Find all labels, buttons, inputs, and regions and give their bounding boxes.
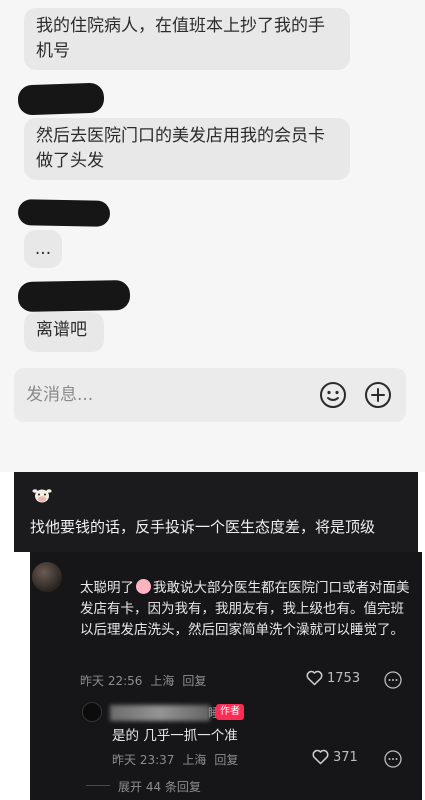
chat-panel: 我的住院病人，在值班本上抄了我的手机号 然后去医院门口的美发店用我的会员卡做了头…: [0, 0, 425, 472]
comment-section: 太聪明了 我敢说大部分医生都在医院门口或者对面美发店有卡，因为我有，我朋友有，我上…: [30, 552, 422, 800]
blushing-emoji-icon: [136, 579, 151, 594]
emoji-icon[interactable]: [319, 381, 347, 409]
redacted-avatar: [17, 82, 105, 116]
more-options-icon[interactable]: [384, 750, 402, 768]
reply-avatar[interactable]: [82, 702, 102, 722]
reply-meta: 昨天 23:37 上海 回复: [112, 751, 246, 768]
like-count: 371: [333, 749, 358, 765]
comment-time: 昨天 22:56: [80, 674, 143, 688]
chat-message[interactable]: 离谱吧: [24, 312, 104, 352]
comment-location: 上海: [150, 674, 175, 688]
expand-replies-button[interactable]: 展开 44 条回复: [118, 778, 201, 795]
redacted-avatar: [17, 280, 131, 312]
divider: [86, 785, 110, 786]
blurred-username: [110, 705, 210, 721]
like-count: 1753: [327, 670, 361, 686]
comment-text: 太聪明了 我敢说大部分医生都在医院门口或者对面美发店有卡，因为我有，我朋友有，我上…: [80, 578, 410, 641]
caption-banner: 找他要钱的话，反手投诉一个医生态度差，将是顶级: [14, 472, 418, 552]
cow-emoji-icon: [32, 489, 52, 503]
chat-message[interactable]: 我的住院病人，在值班本上抄了我的手机号: [24, 8, 350, 70]
redacted-avatar: [17, 199, 111, 227]
reply-button[interactable]: 回复: [214, 753, 238, 767]
reply-text: 是的 几乎一抓一个准: [112, 728, 238, 744]
avatar[interactable]: [32, 562, 62, 592]
more-options-icon[interactable]: [384, 671, 402, 689]
reply-button[interactable]: 回复: [182, 674, 206, 688]
heart-icon: [306, 670, 323, 686]
author-badge: 作者: [216, 704, 244, 720]
chat-message[interactable]: 然后去医院门口的美发店用我的会员卡做了头发: [24, 118, 350, 180]
chat-message[interactable]: ...: [24, 230, 62, 268]
comment-text-prefix: 太聪明了: [80, 580, 134, 596]
message-compose-bar: [14, 368, 406, 422]
reply-time: 昨天 23:37: [112, 753, 175, 767]
heart-icon: [312, 749, 329, 765]
reply-location: 上海: [182, 753, 207, 767]
comment-meta: 昨天 22:56 上海 回复: [80, 672, 214, 689]
message-input[interactable]: [26, 381, 306, 409]
plus-icon[interactable]: [364, 381, 392, 409]
like-button[interactable]: 1753: [306, 670, 360, 686]
banner-text: 找他要钱的话，反手投诉一个医生态度差，将是顶级: [30, 518, 376, 536]
like-button[interactable]: 371: [312, 749, 358, 765]
